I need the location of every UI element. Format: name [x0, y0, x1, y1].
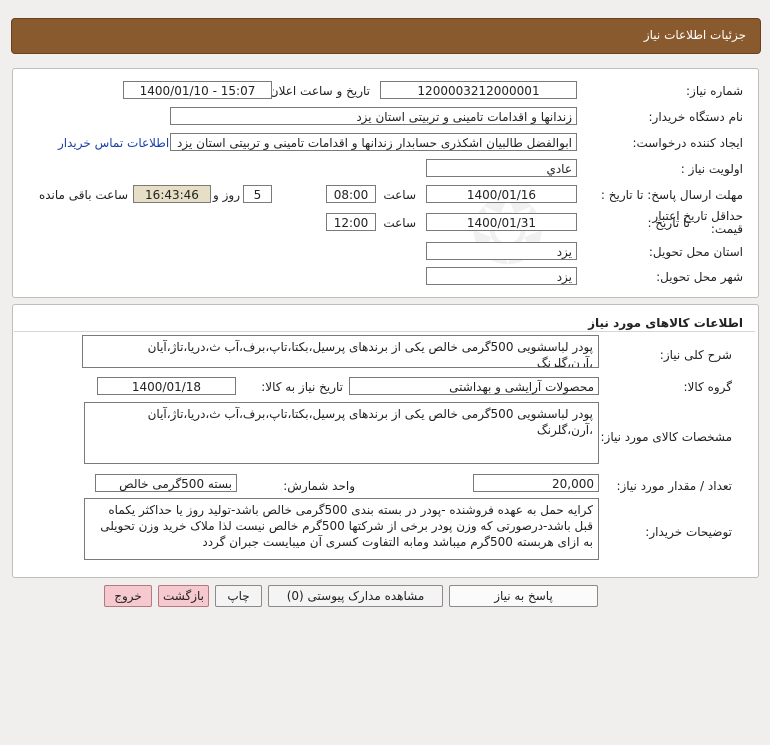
remaining-time-field: 16:43:46: [133, 185, 211, 203]
group-label: گروه کالا:: [683, 380, 733, 394]
requester-field: ابوالفضل طالبیان اشکذری حسابدار زندانها …: [170, 133, 577, 151]
priority-field: عادي: [426, 159, 577, 177]
unit-field: بسته 500گرمی خالص: [95, 474, 237, 492]
priority-label: اولویت نیاز :: [680, 162, 743, 176]
need-number-field: 1200003212000001: [380, 81, 577, 99]
province-field: یزد: [426, 242, 577, 260]
need-date-field: 1400/01/18: [97, 377, 236, 395]
spec-field: پودر لباسشویی 500گرمی خالص یکی از برندها…: [84, 402, 599, 464]
deadline-time-label: ساعت: [383, 188, 416, 202]
deadline-time-field: 08:00: [326, 185, 376, 203]
need-date-label: تاریخ نیاز به کالا:: [261, 380, 343, 394]
notes-field: کرایه حمل به عهده فروشنده -پودر در بسته …: [84, 498, 599, 560]
quantity-field: 20,000: [473, 474, 599, 492]
reply-to-need-button[interactable]: پاسخ به نیاز: [449, 585, 598, 607]
exit-button[interactable]: خروج: [104, 585, 152, 607]
validity-time-label: ساعت: [383, 216, 416, 230]
goods-divider: [14, 331, 755, 332]
back-button[interactable]: بازگشت: [158, 585, 209, 607]
quantity-label: تعداد / مقدار مورد نیاز:: [616, 479, 732, 493]
validity-label-line2: قیمت:: [710, 222, 743, 236]
unit-label: واحد شمارش:: [283, 479, 355, 493]
buyer-org-label: نام دستگاه خریدار:: [648, 110, 744, 124]
summary-label: شرح کلی نیاز:: [659, 348, 732, 362]
group-field: محصولات آرایشی و بهداشتی: [349, 377, 599, 395]
summary-field: پودر لباسشویی 500گرمی خالص یکی از برندها…: [82, 335, 599, 368]
remaining-label: ساعت باقی مانده: [38, 188, 128, 202]
validity-time-field: 12:00: [326, 213, 376, 231]
need-number-label: شماره نیاز:: [686, 84, 743, 98]
buyer-org-field: زندانها و اقدامات تامینی و تربیتی استان …: [170, 107, 577, 125]
spec-label: مشخصات کالای مورد نیاز:: [600, 430, 732, 444]
deadline-label: مهلت ارسال پاسخ: تا تاریخ :: [600, 188, 743, 202]
days-label: روز و: [213, 188, 240, 202]
requester-label: ایجاد کننده درخواست:: [632, 136, 743, 150]
goods-section-title: اطلاعات کالاهای مورد نیاز: [588, 316, 743, 330]
validity-date-field: 1400/01/31: [426, 213, 577, 231]
province-label: استان محل تحویل:: [648, 245, 743, 259]
city-label: شهر محل تحویل:: [656, 270, 743, 284]
view-attachments-button[interactable]: مشاهده مدارک پیوستی (0): [268, 585, 443, 607]
need-info-panel: [12, 68, 759, 298]
announce-field: 1400/01/10 - 15:07: [123, 81, 272, 99]
notes-label: توضیحات خریدار:: [645, 525, 732, 539]
validity-to-label: تا تاریخ :: [647, 216, 690, 230]
deadline-date-field: 1400/01/16: [426, 185, 577, 203]
days-remaining-field: 5: [243, 185, 272, 203]
page-header: جزئیات اطلاعات نیاز: [11, 18, 761, 54]
city-field: یزد: [426, 267, 577, 285]
buyer-contact-link[interactable]: اطلاعات تماس خریدار: [58, 136, 169, 150]
print-button[interactable]: چاپ: [215, 585, 262, 607]
page-title: جزئیات اطلاعات نیاز: [643, 28, 746, 42]
